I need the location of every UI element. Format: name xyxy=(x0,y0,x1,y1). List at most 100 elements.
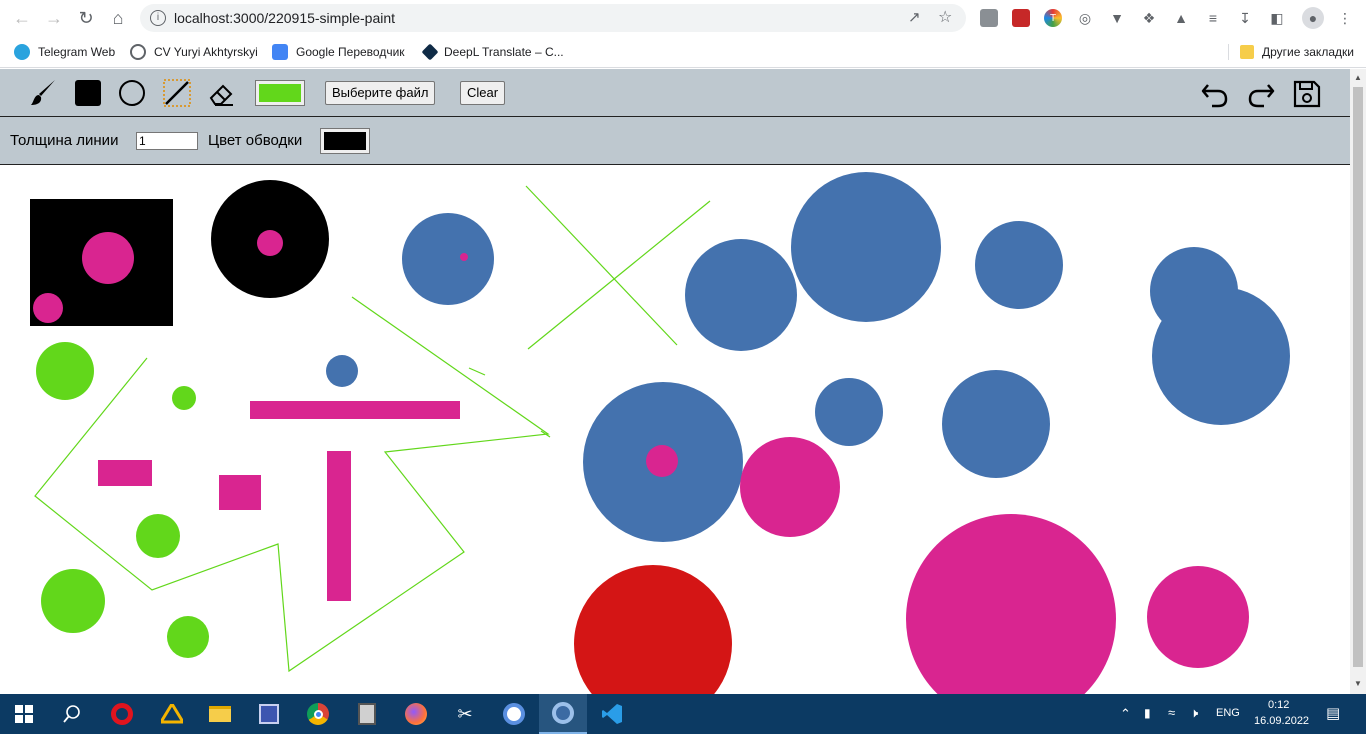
stroke-color-swatch xyxy=(324,132,366,150)
language-indicator[interactable]: ENG xyxy=(1216,707,1240,719)
pink-rectangle xyxy=(327,451,351,601)
line-width-input[interactable]: 1 xyxy=(136,132,198,150)
bookmark-deepl[interactable]: DeepL Translate – C... xyxy=(421,42,564,62)
search-icon[interactable] xyxy=(48,694,96,734)
fill-color-swatch xyxy=(259,84,301,102)
chrome-icon[interactable] xyxy=(294,694,342,734)
labs-flask-icon[interactable]: ▲ xyxy=(1172,9,1190,27)
extension-5-icon[interactable]: ▼ xyxy=(1108,9,1126,27)
scroll-thumb[interactable] xyxy=(1353,87,1363,667)
pink-rectangle xyxy=(219,475,261,510)
wifi-icon[interactable]: ≈ xyxy=(1168,705,1175,720)
red-circle xyxy=(574,565,732,694)
drawing-canvas[interactable] xyxy=(0,165,1350,694)
blue-circle xyxy=(402,213,494,305)
save-icon[interactable] xyxy=(1292,79,1322,109)
save-app-icon[interactable] xyxy=(245,694,293,734)
bookmark-cv[interactable]: CV Yuryi Akhtyrskyi xyxy=(130,42,258,62)
chrome-active-icon[interactable] xyxy=(539,694,587,734)
blue-circle xyxy=(1152,287,1290,425)
page-scrollbar[interactable]: ▲ ▼ xyxy=(1350,69,1366,694)
windows-start-icon[interactable] xyxy=(0,694,48,734)
reading-list-icon[interactable]: ≡ xyxy=(1204,9,1222,27)
blue-circle xyxy=(791,172,941,322)
other-bookmarks[interactable]: Другие закладки xyxy=(1240,42,1354,62)
clock-time[interactable]: 0:12 xyxy=(1268,699,1289,711)
stroke-color-picker[interactable] xyxy=(320,128,370,154)
scroll-up-arrow-icon[interactable]: ▲ xyxy=(1354,73,1362,82)
tray-chevron-icon[interactable]: ⌃ xyxy=(1120,706,1131,722)
menu-kebab-icon[interactable]: ⋮ xyxy=(1336,9,1354,27)
redo-icon[interactable] xyxy=(1246,79,1276,109)
bookmark-telegram[interactable]: Telegram Web xyxy=(14,42,115,62)
calculator-icon[interactable] xyxy=(343,694,391,734)
other-bookmarks-label: Другие закладки xyxy=(1262,45,1354,59)
drive-icon[interactable] xyxy=(148,694,196,734)
extension-1-icon[interactable] xyxy=(980,9,998,27)
green-circle xyxy=(41,569,105,633)
extensions-puzzle-icon[interactable]: ❖ xyxy=(1140,9,1158,27)
green-circle xyxy=(172,386,196,410)
fill-color-picker[interactable] xyxy=(255,80,305,106)
share-icon[interactable]: ↗ xyxy=(908,8,921,26)
bookmark-star-icon[interactable]: ☆ xyxy=(938,7,952,27)
line-tool-icon[interactable] xyxy=(163,79,191,107)
telegram-icon xyxy=(14,44,30,60)
address-bar[interactable]: i localhost:3000/220915-simple-paint ↗ ☆ xyxy=(140,4,966,32)
reload-icon[interactable]: ↻ xyxy=(74,6,98,30)
stroke-color-label: Цвет обводки xyxy=(208,132,303,149)
brush-icon[interactable] xyxy=(28,78,58,108)
url-text: localhost:3000/220915-simple-paint xyxy=(174,10,396,26)
green-line xyxy=(525,185,678,346)
battery-icon[interactable]: ▮ xyxy=(1144,706,1151,720)
side-panel-icon[interactable]: ◧ xyxy=(1268,9,1286,27)
pink-dot xyxy=(460,253,468,261)
browser-toolbar: ← → ↻ ⌂ i localhost:3000/220915-simple-p… xyxy=(0,0,1366,36)
site-info-icon[interactable]: i xyxy=(150,10,166,26)
blue-circle xyxy=(815,378,883,446)
home-icon[interactable]: ⌂ xyxy=(106,6,130,30)
eraser-icon[interactable] xyxy=(207,78,237,108)
blue-circle xyxy=(975,221,1063,309)
rectangle-tool-icon[interactable] xyxy=(75,80,101,106)
speaker-muted-icon[interactable]: 🕨 xyxy=(1190,705,1198,721)
pink-circle xyxy=(906,514,1116,694)
google-translate-icon xyxy=(272,44,288,60)
pink-circle xyxy=(646,445,678,477)
pink-circle xyxy=(257,230,283,256)
circle-tool-icon[interactable] xyxy=(119,80,145,106)
file-explorer-icon[interactable] xyxy=(196,694,244,734)
windows-taskbar: ✂ ⌃ ▮ ≈ 🕨 ENG 0:12 16.09.2022 ▤ xyxy=(0,694,1366,734)
clear-button[interactable]: Clear xyxy=(460,81,506,105)
bookmark-label: Google Переводчик xyxy=(296,45,405,59)
bookmark-google-translate[interactable]: Google Переводчик xyxy=(272,42,405,62)
notifications-icon[interactable]: ▤ xyxy=(1326,704,1340,722)
undo-icon[interactable] xyxy=(1200,79,1230,109)
extension-4-icon[interactable]: ◎ xyxy=(1076,9,1094,27)
scroll-down-arrow-icon[interactable]: ▼ xyxy=(1354,679,1362,688)
bookmarks-bar: Telegram Web CV Yuryi Akhtyrskyi Google … xyxy=(0,36,1366,68)
forward-arrow-icon[interactable]: → xyxy=(42,6,66,30)
green-circle xyxy=(36,342,94,400)
opera-icon[interactable] xyxy=(98,694,146,734)
folder-icon xyxy=(1240,45,1254,59)
vscode-icon[interactable] xyxy=(588,694,636,734)
back-arrow-icon[interactable]: ← xyxy=(10,6,34,30)
deepl-icon xyxy=(421,43,439,61)
extension-2-icon[interactable] xyxy=(1012,9,1030,27)
bookmarks-divider xyxy=(1228,44,1229,60)
pink-circle xyxy=(33,293,63,323)
download-icon[interactable]: ↧ xyxy=(1236,9,1254,27)
pink-circle xyxy=(82,232,134,284)
pink-rectangle xyxy=(250,401,460,419)
firefox-icon[interactable] xyxy=(392,694,440,734)
snipping-tool-icon[interactable]: ✂ xyxy=(441,694,489,734)
green-circle xyxy=(167,616,209,658)
clock-date[interactable]: 16.09.2022 xyxy=(1254,715,1309,727)
extension-3-icon[interactable]: T xyxy=(1044,9,1062,27)
profile-avatar-icon[interactable]: ● xyxy=(1302,7,1324,29)
choose-file-button[interactable]: Выберите файл xyxy=(325,81,436,105)
pink-circle xyxy=(740,437,840,537)
chromium-icon[interactable] xyxy=(490,694,538,734)
canvas-drawing xyxy=(30,172,1290,694)
